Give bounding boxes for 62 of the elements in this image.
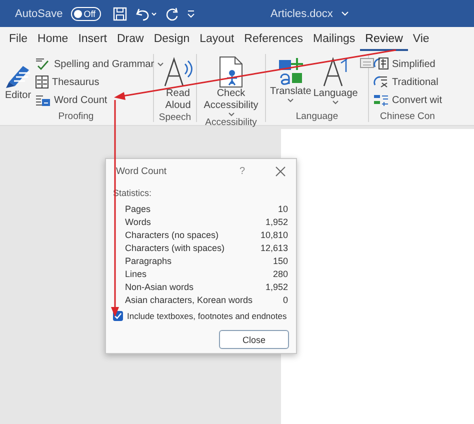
statistic-value: 10 (276, 203, 288, 215)
statistic-value: 150 (272, 255, 288, 267)
ribbon-button[interactable]: Spelling and Grammar (35, 57, 164, 71)
ribbon-tab[interactable]: References (239, 28, 308, 50)
statistic-value: 280 (272, 268, 288, 280)
statistic-label: Paragraphs (125, 255, 173, 267)
autosave-label: AutoSave (15, 8, 63, 20)
ribbon-tab[interactable]: Insert (73, 28, 112, 50)
autosave-toggle[interactable]: Off (70, 6, 101, 20)
statistic-label: Asian characters, Korean words (125, 294, 254, 306)
save-icon[interactable] (112, 6, 127, 20)
group-label: Accessibility (204, 117, 258, 128)
group-label: Proofing (57, 111, 95, 122)
keyboard-icon (360, 58, 374, 68)
dialog-title: Word Count (116, 166, 168, 176)
ribbon-button[interactable]: Convert wit (373, 93, 442, 107)
ribbon-tab[interactable]: Draw (112, 28, 149, 50)
statistic-value: 1,952 (264, 281, 288, 293)
caret-icon[interactable] (332, 100, 340, 105)
statistic-value: 0 (282, 294, 288, 306)
character-icon (373, 57, 389, 71)
group-label: Language (294, 111, 340, 122)
caret-icon[interactable] (228, 112, 234, 117)
statistic-label: Lines (125, 268, 148, 280)
statistic-label: Non-Asian words (125, 281, 195, 293)
close-button[interactable]: Close (219, 330, 289, 349)
statistic-value: 12,613 (260, 242, 288, 254)
ribbon-button[interactable]: Language (313, 54, 358, 105)
close-icon[interactable] (275, 166, 286, 176)
statistic-label: Pages (125, 203, 152, 215)
ribbon-tab[interactable]: Vie (408, 28, 434, 50)
ribbon-tab[interactable]: Design (148, 28, 195, 50)
ribbon-tab[interactable]: Mailings (308, 28, 360, 50)
statistic-label: Characters (with spaces) (125, 242, 226, 254)
ribbon-button[interactable]: Traditional (373, 75, 442, 89)
ribbon-button[interactable]: Translate (270, 54, 312, 103)
statistic-value: 1,952 (264, 216, 288, 228)
ribbon-tab[interactable]: Home (32, 28, 74, 50)
character-icon (373, 75, 389, 89)
translate-icon (276, 56, 305, 86)
ribbon-tab[interactable]: File (4, 28, 33, 50)
group-label: Chinese Con (379, 111, 436, 122)
statistic-label: Characters (no spaces) (125, 229, 220, 241)
document-check-icon (218, 56, 244, 88)
statistic-label: Words (125, 216, 152, 228)
undo-icon[interactable] (134, 6, 157, 20)
ribbon-button[interactable]: Editor (3, 54, 33, 102)
ribbon-button[interactable]: Check Accessibility (201, 54, 261, 117)
checkbox-label: Include textboxes, footnotes and endnotes (127, 311, 287, 321)
customize-icon[interactable] (186, 8, 195, 18)
spelling-icon (35, 57, 51, 71)
ribbon-button[interactable]: Simplified (373, 57, 442, 71)
caret-icon[interactable] (157, 62, 164, 66)
caret-icon[interactable] (287, 98, 294, 103)
ribbon-tab[interactable]: Layout (194, 28, 240, 50)
document-title[interactable]: Articles.docx (270, 8, 333, 20)
character-icon (373, 93, 389, 107)
statistic-value: 10,810 (260, 229, 288, 241)
book-icon (35, 75, 49, 89)
redo-icon[interactable] (164, 6, 179, 20)
counter-icon (35, 93, 51, 107)
group-label: Speech (158, 112, 192, 123)
